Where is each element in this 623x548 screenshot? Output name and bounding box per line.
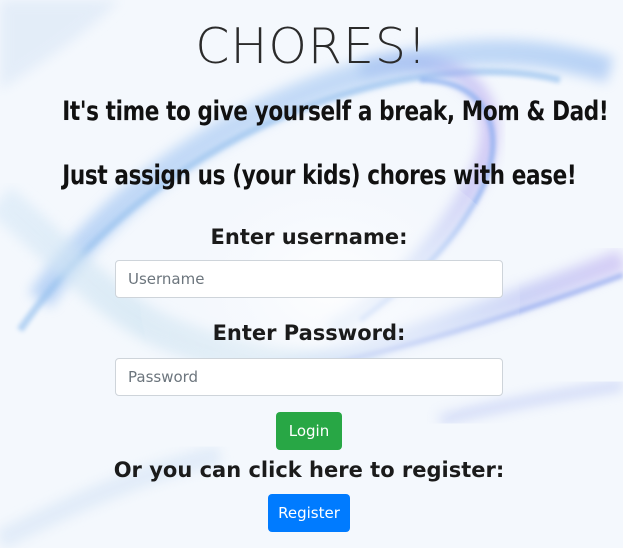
login-button[interactable]: Login <box>276 412 342 450</box>
register-button[interactable]: Register <box>268 494 350 532</box>
tagline-assign-chores: Just assign us (your kids) chores with e… <box>62 160 577 191</box>
login-page: CHORES! It's time to give yourself a bre… <box>0 0 623 548</box>
register-prompt: Or you can click here to register: <box>113 458 505 482</box>
page-title: CHORES! <box>195 18 428 75</box>
password-label: Enter Password: <box>212 321 406 345</box>
tagline-break: It's time to give yourself a break, Mom … <box>62 96 609 127</box>
password-input[interactable] <box>115 358 503 396</box>
username-label: Enter username: <box>210 225 408 249</box>
username-input[interactable] <box>115 260 503 298</box>
